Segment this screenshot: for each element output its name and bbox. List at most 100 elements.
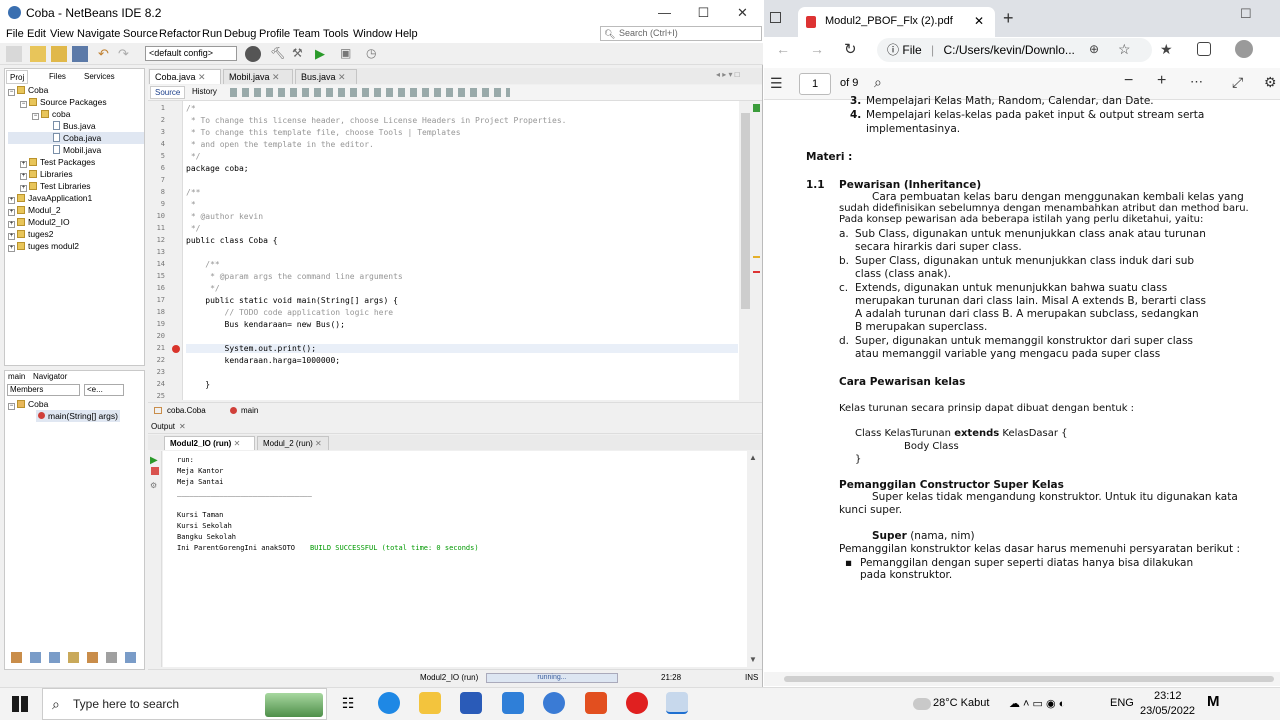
warning-marker[interactable] — [753, 256, 760, 258]
pdf-settings-icon[interactable]: ⚙ — [1264, 74, 1277, 91]
save-all-icon[interactable] — [72, 46, 88, 62]
tab-nav-arrows-icon[interactable]: ◂ ▸ ▾ □ — [716, 70, 740, 79]
scroll-thumb[interactable] — [741, 113, 750, 309]
profile-avatar[interactable] — [1235, 40, 1253, 58]
close-output-icon[interactable]: ✕ — [179, 420, 186, 434]
tree-item[interactable]: + tuges2 — [8, 228, 144, 240]
expand-icon[interactable]: + — [20, 161, 27, 168]
menu-tools[interactable]: Tools — [323, 28, 349, 40]
clock-date[interactable]: 23/05/2022 — [1140, 705, 1195, 717]
run-icon[interactable]: ▶ — [315, 46, 331, 62]
filter-fields-icon[interactable] — [30, 652, 41, 663]
weather-text[interactable]: 28°C Kabut — [933, 697, 989, 709]
menu-file[interactable]: File — [6, 28, 24, 40]
tree-item[interactable]: Coba.java — [8, 132, 144, 144]
scroll-thumb[interactable] — [784, 676, 1274, 682]
more-icon[interactable]: ⋯ — [1190, 74, 1203, 90]
close-tab-icon[interactable]: ✕ — [338, 72, 346, 82]
undo-icon[interactable]: ↶ — [98, 46, 114, 62]
members-filter-select[interactable]: Members — [7, 384, 80, 396]
new-file-icon[interactable] — [6, 46, 22, 62]
maximize-icon[interactable]: ☐ — [1240, 6, 1252, 22]
navigator-filter-select[interactable]: <e... — [84, 384, 124, 396]
store-icon[interactable] — [460, 692, 482, 714]
close-tab-icon[interactable]: ✕ — [198, 72, 206, 82]
redo-icon[interactable]: ↷ — [118, 46, 134, 62]
search-icon[interactable]: ⌕ — [874, 74, 882, 91]
filter-icon[interactable] — [11, 652, 22, 663]
ide-search-input[interactable]: Search (Ctrl+I) — [600, 26, 762, 41]
tree-item[interactable]: + Test Libraries — [8, 180, 144, 192]
collections-icon[interactable] — [1197, 42, 1211, 56]
contents-icon[interactable]: ☰ — [770, 75, 783, 92]
editor-scrollbar[interactable] — [739, 101, 752, 400]
tab-mobil-java[interactable]: Mobil.java ✕ — [223, 69, 293, 84]
menu-view[interactable]: View — [50, 28, 74, 40]
menu-help[interactable]: Help — [395, 28, 418, 40]
weather-icon[interactable] — [913, 698, 931, 710]
tab-output-modul-2[interactable]: Modul_2 (run) ✕ — [257, 436, 329, 450]
expand-icon[interactable]: − — [8, 89, 15, 96]
menu-profile[interactable]: Profile — [259, 28, 290, 40]
expand-icon[interactable]: + — [20, 185, 27, 192]
output-console[interactable] — [163, 451, 747, 667]
close-tab-icon[interactable]: ✕ — [974, 7, 984, 35]
taskbar-search[interactable]: ⌕ Type here to search — [42, 688, 327, 720]
expand-icon[interactable]: + — [8, 245, 15, 252]
tree-item[interactable]: + tuges modul2 — [8, 240, 144, 252]
expand-icon[interactable]: + — [8, 197, 15, 204]
menu-navigate[interactable]: Navigate — [77, 28, 120, 40]
expand-icon[interactable]: − — [32, 113, 39, 120]
edge-icon[interactable] — [378, 692, 400, 714]
expand-icon[interactable]: + — [8, 209, 15, 216]
error-marker[interactable] — [753, 271, 760, 273]
menu-run[interactable]: Run — [202, 28, 222, 40]
sort-alpha-icon[interactable] — [125, 652, 136, 663]
tab-services[interactable]: Services — [81, 70, 118, 84]
navigator-item-main[interactable]: main(String[] args) — [36, 410, 120, 422]
tab-coba-java[interactable]: Coba.java ✕ — [149, 69, 221, 84]
rerun-icon[interactable]: ▶ — [150, 455, 158, 466]
back-icon[interactable]: ← — [776, 41, 790, 57]
menu-edit[interactable]: Edit — [27, 28, 46, 40]
source-mode-button[interactable]: Source — [150, 86, 186, 99]
history-mode-button[interactable]: History — [188, 86, 221, 99]
filter-nonpublic-icon[interactable] — [68, 652, 79, 663]
tree-item[interactable]: − Source Packages — [8, 96, 144, 108]
chat-icon[interactable] — [543, 692, 565, 714]
sort-icon[interactable] — [106, 652, 117, 663]
menu-window[interactable]: Window — [353, 28, 392, 40]
tree-item[interactable]: − coba — [8, 108, 144, 120]
new-project-icon[interactable] — [30, 46, 46, 62]
expand-icon[interactable]: + — [20, 173, 27, 180]
open-project-icon[interactable] — [51, 46, 67, 62]
clock-time[interactable]: 23:12 — [1154, 690, 1182, 702]
minimize-icon[interactable]: — — [645, 0, 684, 26]
expand-icon[interactable]: + — [8, 221, 15, 228]
build-icon[interactable]: 🔨︎ — [270, 46, 286, 62]
expand-icon[interactable]: − — [20, 101, 27, 108]
stop-icon[interactable] — [151, 467, 159, 475]
settings-icon[interactable]: ⚙ — [150, 481, 157, 490]
tree-item[interactable]: Bus.java — [8, 120, 144, 132]
language-indicator[interactable]: ENG — [1110, 697, 1134, 709]
tree-item[interactable]: + Modul_2 — [8, 204, 144, 216]
error-icon[interactable] — [172, 345, 180, 353]
browser-tab-pdf[interactable]: Modul2_PBOF_Flx (2).pdf ✕ — [798, 7, 995, 37]
tab-projects[interactable]: Proj — [6, 70, 29, 84]
forward-icon[interactable]: → — [810, 41, 824, 57]
mail-icon[interactable] — [502, 692, 524, 714]
status-task[interactable]: Modul2_IO (run) — [420, 670, 478, 686]
netbeans-taskbar-icon[interactable] — [666, 692, 688, 714]
debug-icon[interactable]: ▣ — [340, 46, 356, 62]
zoom-in-icon[interactable]: + — [1157, 72, 1166, 90]
tab-actions-icon[interactable] — [770, 12, 781, 23]
refresh-icon[interactable]: ↻ — [844, 40, 857, 58]
url-field[interactable]: ⓘ File | C:/Users/kevin/Downlo... — [877, 38, 1152, 62]
tab-main[interactable]: main — [8, 372, 25, 381]
tree-item[interactable]: + Modul2_IO — [8, 216, 144, 228]
zoom-out-icon[interactable]: − — [1124, 72, 1133, 90]
close-tab-icon[interactable]: ✕ — [315, 439, 322, 448]
filter-static-icon[interactable] — [49, 652, 60, 663]
favorites-icon[interactable]: ★ — [1160, 41, 1173, 58]
